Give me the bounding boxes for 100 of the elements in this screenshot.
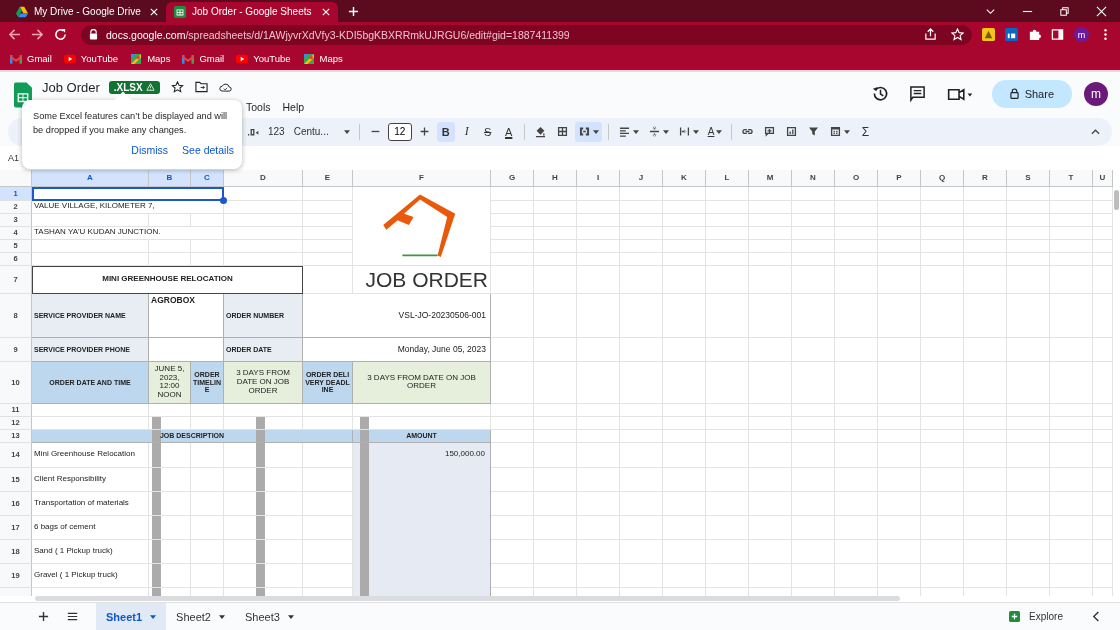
empty-cell[interactable] — [749, 491, 792, 516]
empty-cell[interactable] — [878, 467, 921, 492]
puzzle-icon[interactable] — [1028, 28, 1041, 42]
empty-cell[interactable] — [663, 186, 706, 201]
empty-cell[interactable] — [149, 252, 191, 266]
empty-cell[interactable] — [1050, 200, 1093, 214]
italic-button[interactable]: I — [457, 121, 476, 142]
empty-cell[interactable] — [921, 186, 964, 201]
empty-cell[interactable] — [191, 239, 224, 253]
empty-cell[interactable] — [491, 265, 534, 294]
empty-cell[interactable] — [878, 293, 921, 338]
empty-cell[interactable] — [835, 491, 878, 516]
empty-cell[interactable] — [1093, 226, 1113, 240]
empty-cell[interactable] — [835, 252, 878, 266]
empty-cell[interactable] — [921, 361, 964, 404]
empty-cell[interactable] — [620, 265, 663, 294]
empty-cell[interactable] — [577, 239, 620, 253]
empty-cell[interactable] — [835, 539, 878, 564]
vertical-scrollbar[interactable] — [1114, 189, 1119, 210]
empty-cell[interactable] — [224, 442, 303, 468]
empty-cell[interactable] — [706, 186, 749, 201]
cloud-icon[interactable] — [218, 81, 232, 94]
empty-cell[interactable] — [491, 293, 534, 338]
empty-cell[interactable] — [149, 213, 191, 227]
empty-cell[interactable] — [878, 491, 921, 516]
empty-cell[interactable] — [1093, 293, 1113, 338]
empty-cell[interactable] — [303, 186, 353, 201]
empty-cell[interactable] — [835, 265, 878, 294]
bookmark[interactable]: Maps — [130, 53, 171, 65]
empty-cell[interactable] — [224, 515, 303, 540]
empty-cell[interactable] — [964, 252, 1007, 266]
empty-cell[interactable] — [577, 252, 620, 266]
empty-cell[interactable] — [1050, 403, 1093, 417]
sheet-cell[interactable]: 3 DAYS FROM DATE ON JOB ORDER — [224, 361, 303, 404]
empty-cell[interactable] — [1050, 293, 1093, 338]
star-icon[interactable] — [170, 81, 184, 94]
empty-cell[interactable] — [1093, 539, 1113, 564]
empty-cell[interactable] — [577, 563, 620, 588]
empty-cell[interactable] — [706, 337, 749, 362]
empty-cell[interactable] — [964, 442, 1007, 468]
folder-icon[interactable] — [194, 81, 208, 94]
empty-cell[interactable] — [191, 213, 224, 227]
empty-cell[interactable] — [835, 186, 878, 201]
empty-cell[interactable] — [491, 200, 534, 214]
empty-cell[interactable] — [491, 337, 534, 362]
empty-cell[interactable] — [303, 213, 353, 227]
empty-cell[interactable] — [835, 200, 878, 214]
empty-cell[interactable] — [224, 186, 303, 201]
empty-cell[interactable] — [749, 186, 792, 201]
empty-cell[interactable] — [964, 337, 1007, 362]
account-avatar[interactable]: m — [1084, 81, 1108, 106]
empty-cell[interactable] — [706, 200, 749, 214]
empty-cell[interactable] — [1007, 293, 1050, 338]
history-icon[interactable] — [871, 84, 889, 102]
empty-cell[interactable] — [706, 213, 749, 227]
add-sheet-icon[interactable] — [38, 611, 49, 622]
empty-cell[interactable] — [792, 539, 835, 564]
empty-cell[interactable] — [706, 442, 749, 468]
merge-button[interactable] — [574, 121, 602, 142]
empty-cell[interactable] — [921, 337, 964, 362]
document-title[interactable]: Job Order — [42, 79, 100, 95]
empty-cell[interactable] — [620, 403, 663, 417]
empty-cell[interactable] — [964, 226, 1007, 240]
empty-cell[interactable] — [878, 200, 921, 214]
empty-cell[interactable] — [706, 515, 749, 540]
empty-cell[interactable] — [878, 563, 921, 588]
empty-cell[interactable] — [835, 361, 878, 404]
empty-cell[interactable] — [792, 293, 835, 338]
empty-cell[interactable] — [534, 361, 577, 404]
empty-cell[interactable] — [303, 200, 353, 214]
empty-cell[interactable] — [706, 265, 749, 294]
empty-cell[interactable] — [835, 563, 878, 588]
restore-icon[interactable] — [1059, 5, 1070, 17]
empty-cell[interactable] — [224, 563, 303, 588]
empty-cell[interactable] — [491, 186, 534, 201]
empty-cell[interactable] — [1050, 337, 1093, 362]
empty-cell[interactable] — [1093, 239, 1113, 253]
empty-cell[interactable] — [191, 403, 224, 417]
empty-cell[interactable] — [149, 467, 191, 492]
empty-cell[interactable] — [878, 515, 921, 540]
empty-cell[interactable] — [534, 539, 577, 564]
empty-cell[interactable] — [303, 403, 353, 417]
empty-cell[interactable] — [835, 239, 878, 253]
empty-cell[interactable] — [1007, 515, 1050, 540]
bookmark[interactable]: YouTube — [236, 53, 291, 65]
empty-cell[interactable] — [706, 539, 749, 564]
empty-cell[interactable] — [620, 429, 663, 443]
sheet-tab[interactable]: Sheet3 — [234, 603, 304, 630]
empty-cell[interactable] — [921, 403, 964, 417]
empty-cell[interactable] — [1050, 539, 1093, 564]
font-dropdown[interactable]: Centu... — [290, 121, 353, 142]
empty-cell[interactable] — [706, 293, 749, 338]
empty-cell[interactable] — [620, 467, 663, 492]
empty-cell[interactable] — [749, 442, 792, 468]
empty-cell[interactable] — [491, 403, 534, 417]
menu-item[interactable]: Tools — [246, 100, 271, 113]
empty-cell[interactable] — [835, 515, 878, 540]
empty-cell[interactable] — [149, 515, 191, 540]
empty-cell[interactable] — [620, 252, 663, 266]
empty-cell[interactable] — [620, 491, 663, 516]
